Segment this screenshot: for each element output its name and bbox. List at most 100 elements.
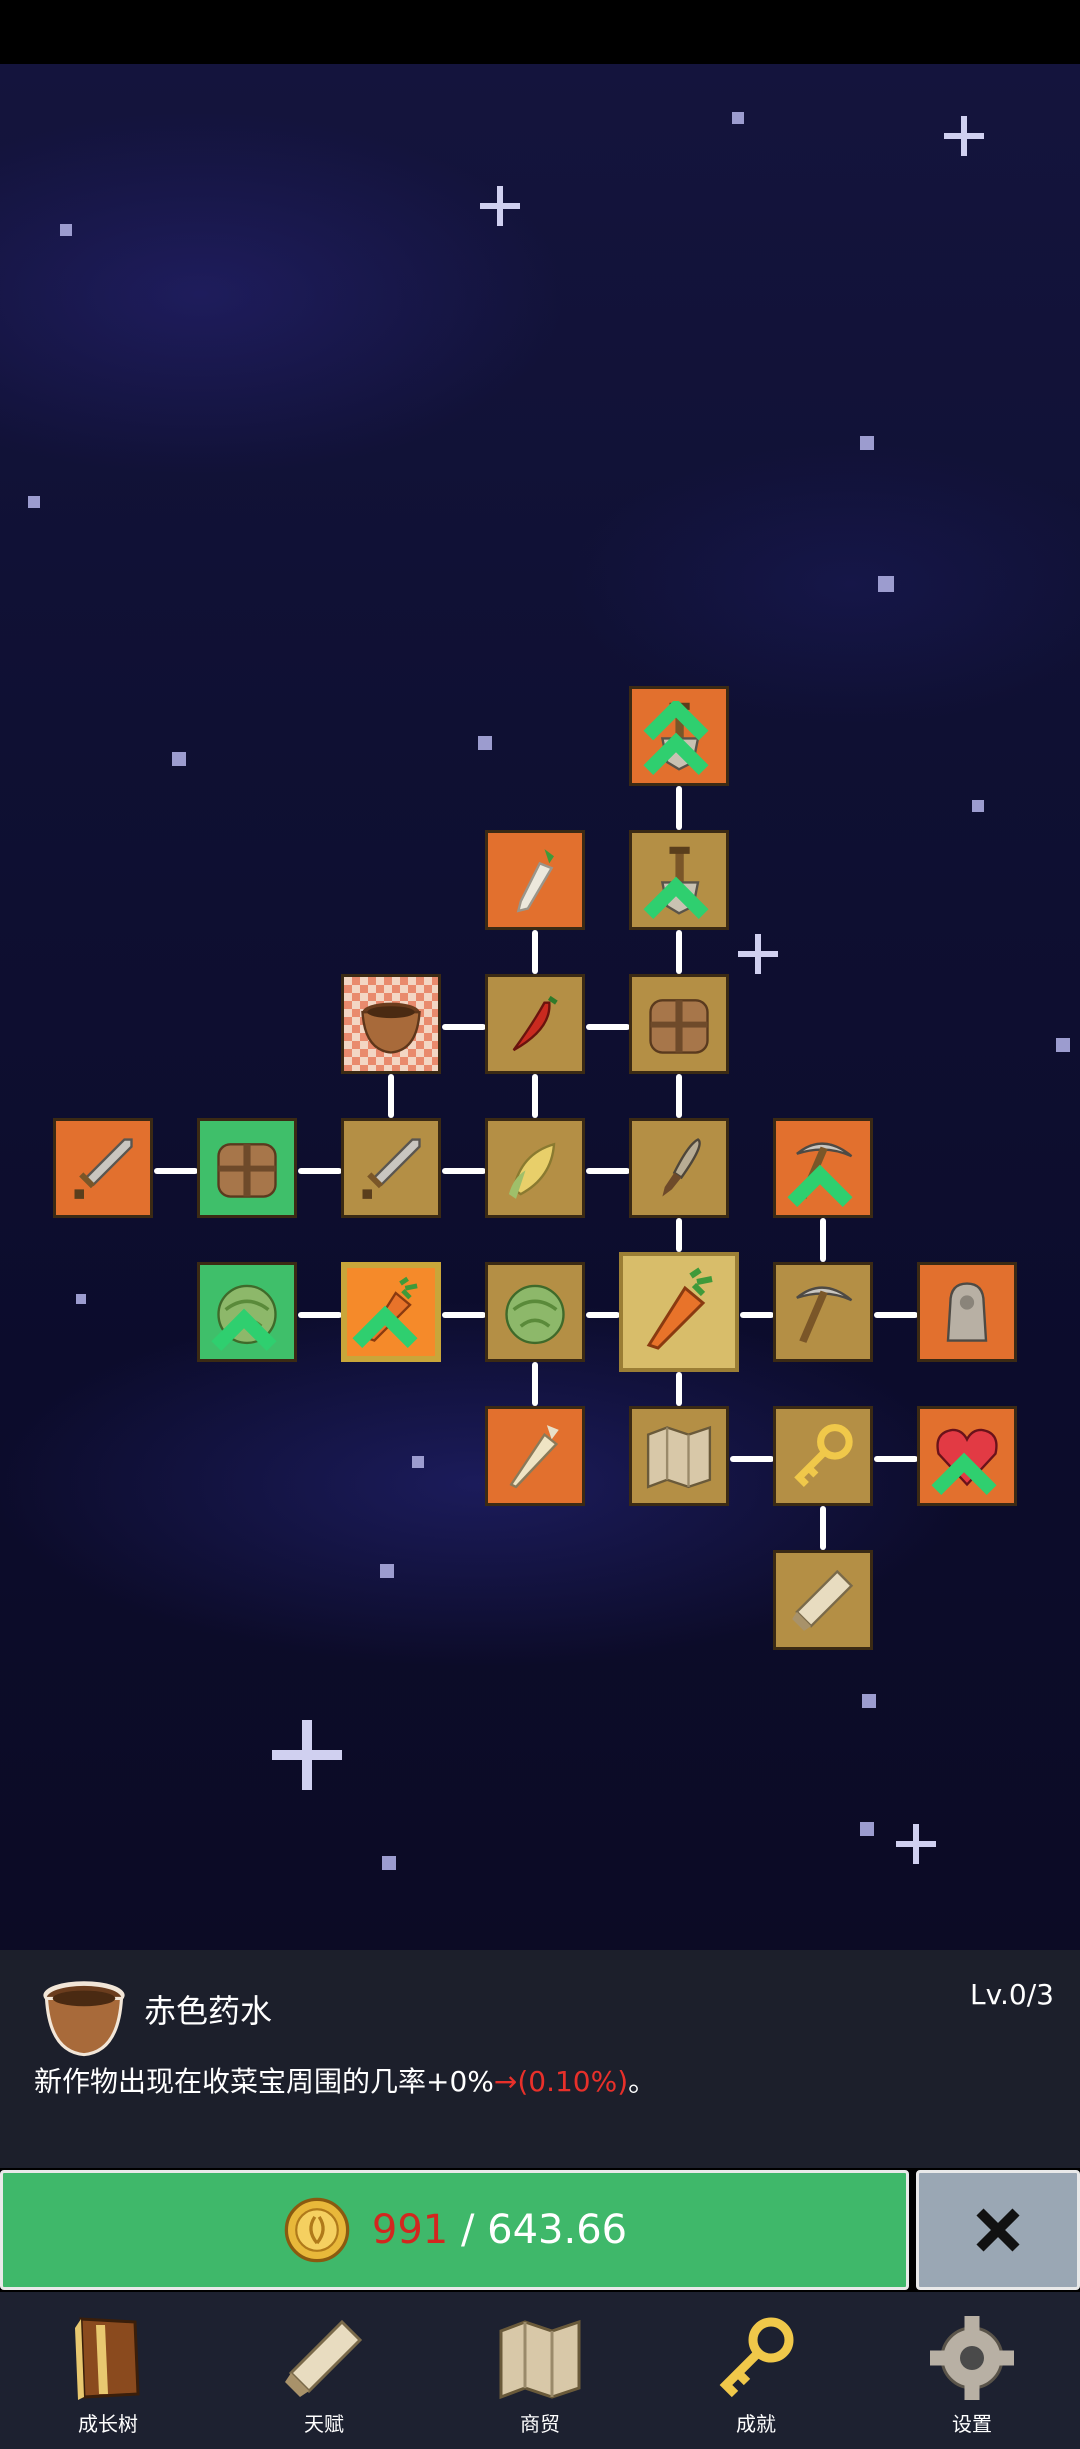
sparkle-star [480, 186, 520, 226]
description-next-value: →(0.10%) [493, 2065, 629, 2098]
tree-connector [676, 930, 682, 974]
tree-connector [676, 1074, 682, 1118]
sword-icon [74, 1138, 133, 1199]
tree-connector [442, 1168, 486, 1174]
upgrade-arrow-icon [211, 1308, 277, 1351]
sword-icon [362, 1138, 421, 1199]
tree-connector [388, 1074, 394, 1118]
tree-node-parsnip[interactable] [485, 1406, 585, 1506]
star [382, 1856, 396, 1870]
tree-connector [820, 1218, 826, 1262]
upgrade-arrow-icon [643, 876, 709, 919]
nav-settings[interactable]: 设置 [864, 2292, 1080, 2449]
tree-connector [730, 1456, 774, 1462]
tree-node-cabbage-green[interactable] [197, 1262, 297, 1362]
tree-connector [298, 1312, 342, 1318]
radish-icon [516, 849, 554, 913]
gear-icon [930, 2316, 1014, 2400]
star [28, 496, 40, 508]
close-button[interactable] [916, 2170, 1080, 2290]
book-icon [75, 2317, 140, 2400]
star [60, 224, 72, 236]
nav-label: 成就 [736, 2412, 776, 2436]
star [478, 736, 492, 750]
item-level: Lv.0/3 [970, 1978, 1054, 2011]
nav-growth-tree[interactable]: 成长树 [0, 2292, 216, 2449]
sparkle-star [272, 1720, 342, 1790]
nav-achievement[interactable]: 成就 [648, 2292, 864, 2449]
info-panel: 赤色药水 Lv.0/3 新作物出现在收菜宝周围的几率+0%→(0.10%)。 [0, 1950, 1080, 2168]
tree-node-sword[interactable] [341, 1118, 441, 1218]
tree-node-corn[interactable] [485, 1118, 585, 1218]
tree-connector [586, 1024, 630, 1030]
tree-node-heart[interactable] [917, 1406, 1017, 1506]
tree-node-sword-left[interactable] [53, 1118, 153, 1218]
tree-connector [442, 1312, 486, 1318]
close-icon [976, 2208, 1020, 2252]
upgrade-arrow-icon [787, 1164, 853, 1207]
tree-node-shovel[interactable] [629, 830, 729, 930]
nav-label: 天赋 [304, 2412, 344, 2436]
upgrade-cost: 991 / 643.66 [372, 2207, 627, 2253]
item-name: 赤色药水 [144, 1992, 273, 2030]
star [862, 1694, 876, 1708]
scroll-icon [792, 1569, 854, 1631]
upgrade-arrow-icon [352, 1305, 418, 1348]
chili-icon [512, 995, 558, 1052]
map-icon [646, 1425, 712, 1489]
star [860, 436, 874, 450]
tree-node-pickaxe[interactable] [773, 1262, 873, 1362]
nav-label: 商贸 [520, 2412, 560, 2436]
tree-node-statue[interactable] [917, 1262, 1017, 1362]
tree-connector [676, 1372, 682, 1406]
bowl-icon [361, 1002, 421, 1054]
tree-node-backpack-green[interactable] [197, 1118, 297, 1218]
action-row: 991 / 643.66 [0, 2168, 1080, 2292]
tree-node-scroll[interactable] [773, 1550, 873, 1650]
tree-node-dagger[interactable] [629, 1118, 729, 1218]
tree-node-map[interactable] [629, 1406, 729, 1506]
pickaxe-icon [796, 1286, 853, 1343]
star [412, 1456, 424, 1468]
corn-icon [508, 1142, 556, 1199]
tree-node-backpack[interactable] [629, 974, 729, 1074]
tree-connector [586, 1168, 630, 1174]
nav-trade[interactable]: 商贸 [432, 2292, 648, 2449]
parsnip-icon [509, 1425, 559, 1489]
upgrade-arrow-icon [643, 701, 709, 775]
upgrade-arrow-icon [931, 1452, 997, 1495]
tree-connector [874, 1456, 918, 1462]
tree-connector [298, 1168, 342, 1174]
star [1056, 1038, 1070, 1052]
coin-icon [284, 2197, 350, 2263]
tree-connector [442, 1024, 486, 1030]
star [972, 800, 984, 812]
star [732, 112, 744, 124]
sparkle-star [738, 934, 778, 974]
star [172, 752, 186, 766]
cabbage-icon [505, 1284, 565, 1345]
tree-node-pickaxe-top[interactable] [773, 1118, 873, 1218]
nav-talent[interactable]: 天赋 [216, 2292, 432, 2449]
tree-node-radish[interactable] [485, 830, 585, 930]
tree-node-key[interactable] [773, 1406, 873, 1506]
backpack-icon [217, 1143, 277, 1198]
tree-node-center-carrot[interactable] [619, 1252, 739, 1372]
tree-connector [820, 1506, 826, 1550]
bottom-nav: 成长树 天赋 商贸 成就 设置 [0, 2292, 1080, 2449]
star [76, 1294, 86, 1304]
key-icon [794, 1423, 853, 1488]
tree-node-cabbage[interactable] [485, 1262, 585, 1362]
tree-node-red-potion[interactable] [341, 974, 441, 1074]
star [380, 1564, 394, 1578]
tree-connector [676, 1218, 682, 1252]
item-description: 新作物出现在收菜宝周围的几率+0%→(0.10%)。 [34, 2060, 656, 2100]
tree-connector [532, 1074, 538, 1118]
tree-node-shovel-top[interactable] [629, 686, 729, 786]
scroll-icon [285, 2319, 363, 2397]
tree-node-carrot-orange[interactable] [341, 1262, 441, 1362]
tree-node-chili[interactable] [485, 974, 585, 1074]
nav-label: 成长树 [78, 2412, 138, 2436]
upgrade-button[interactable]: 991 / 643.66 [0, 2170, 909, 2290]
status-bar [0, 0, 1080, 64]
